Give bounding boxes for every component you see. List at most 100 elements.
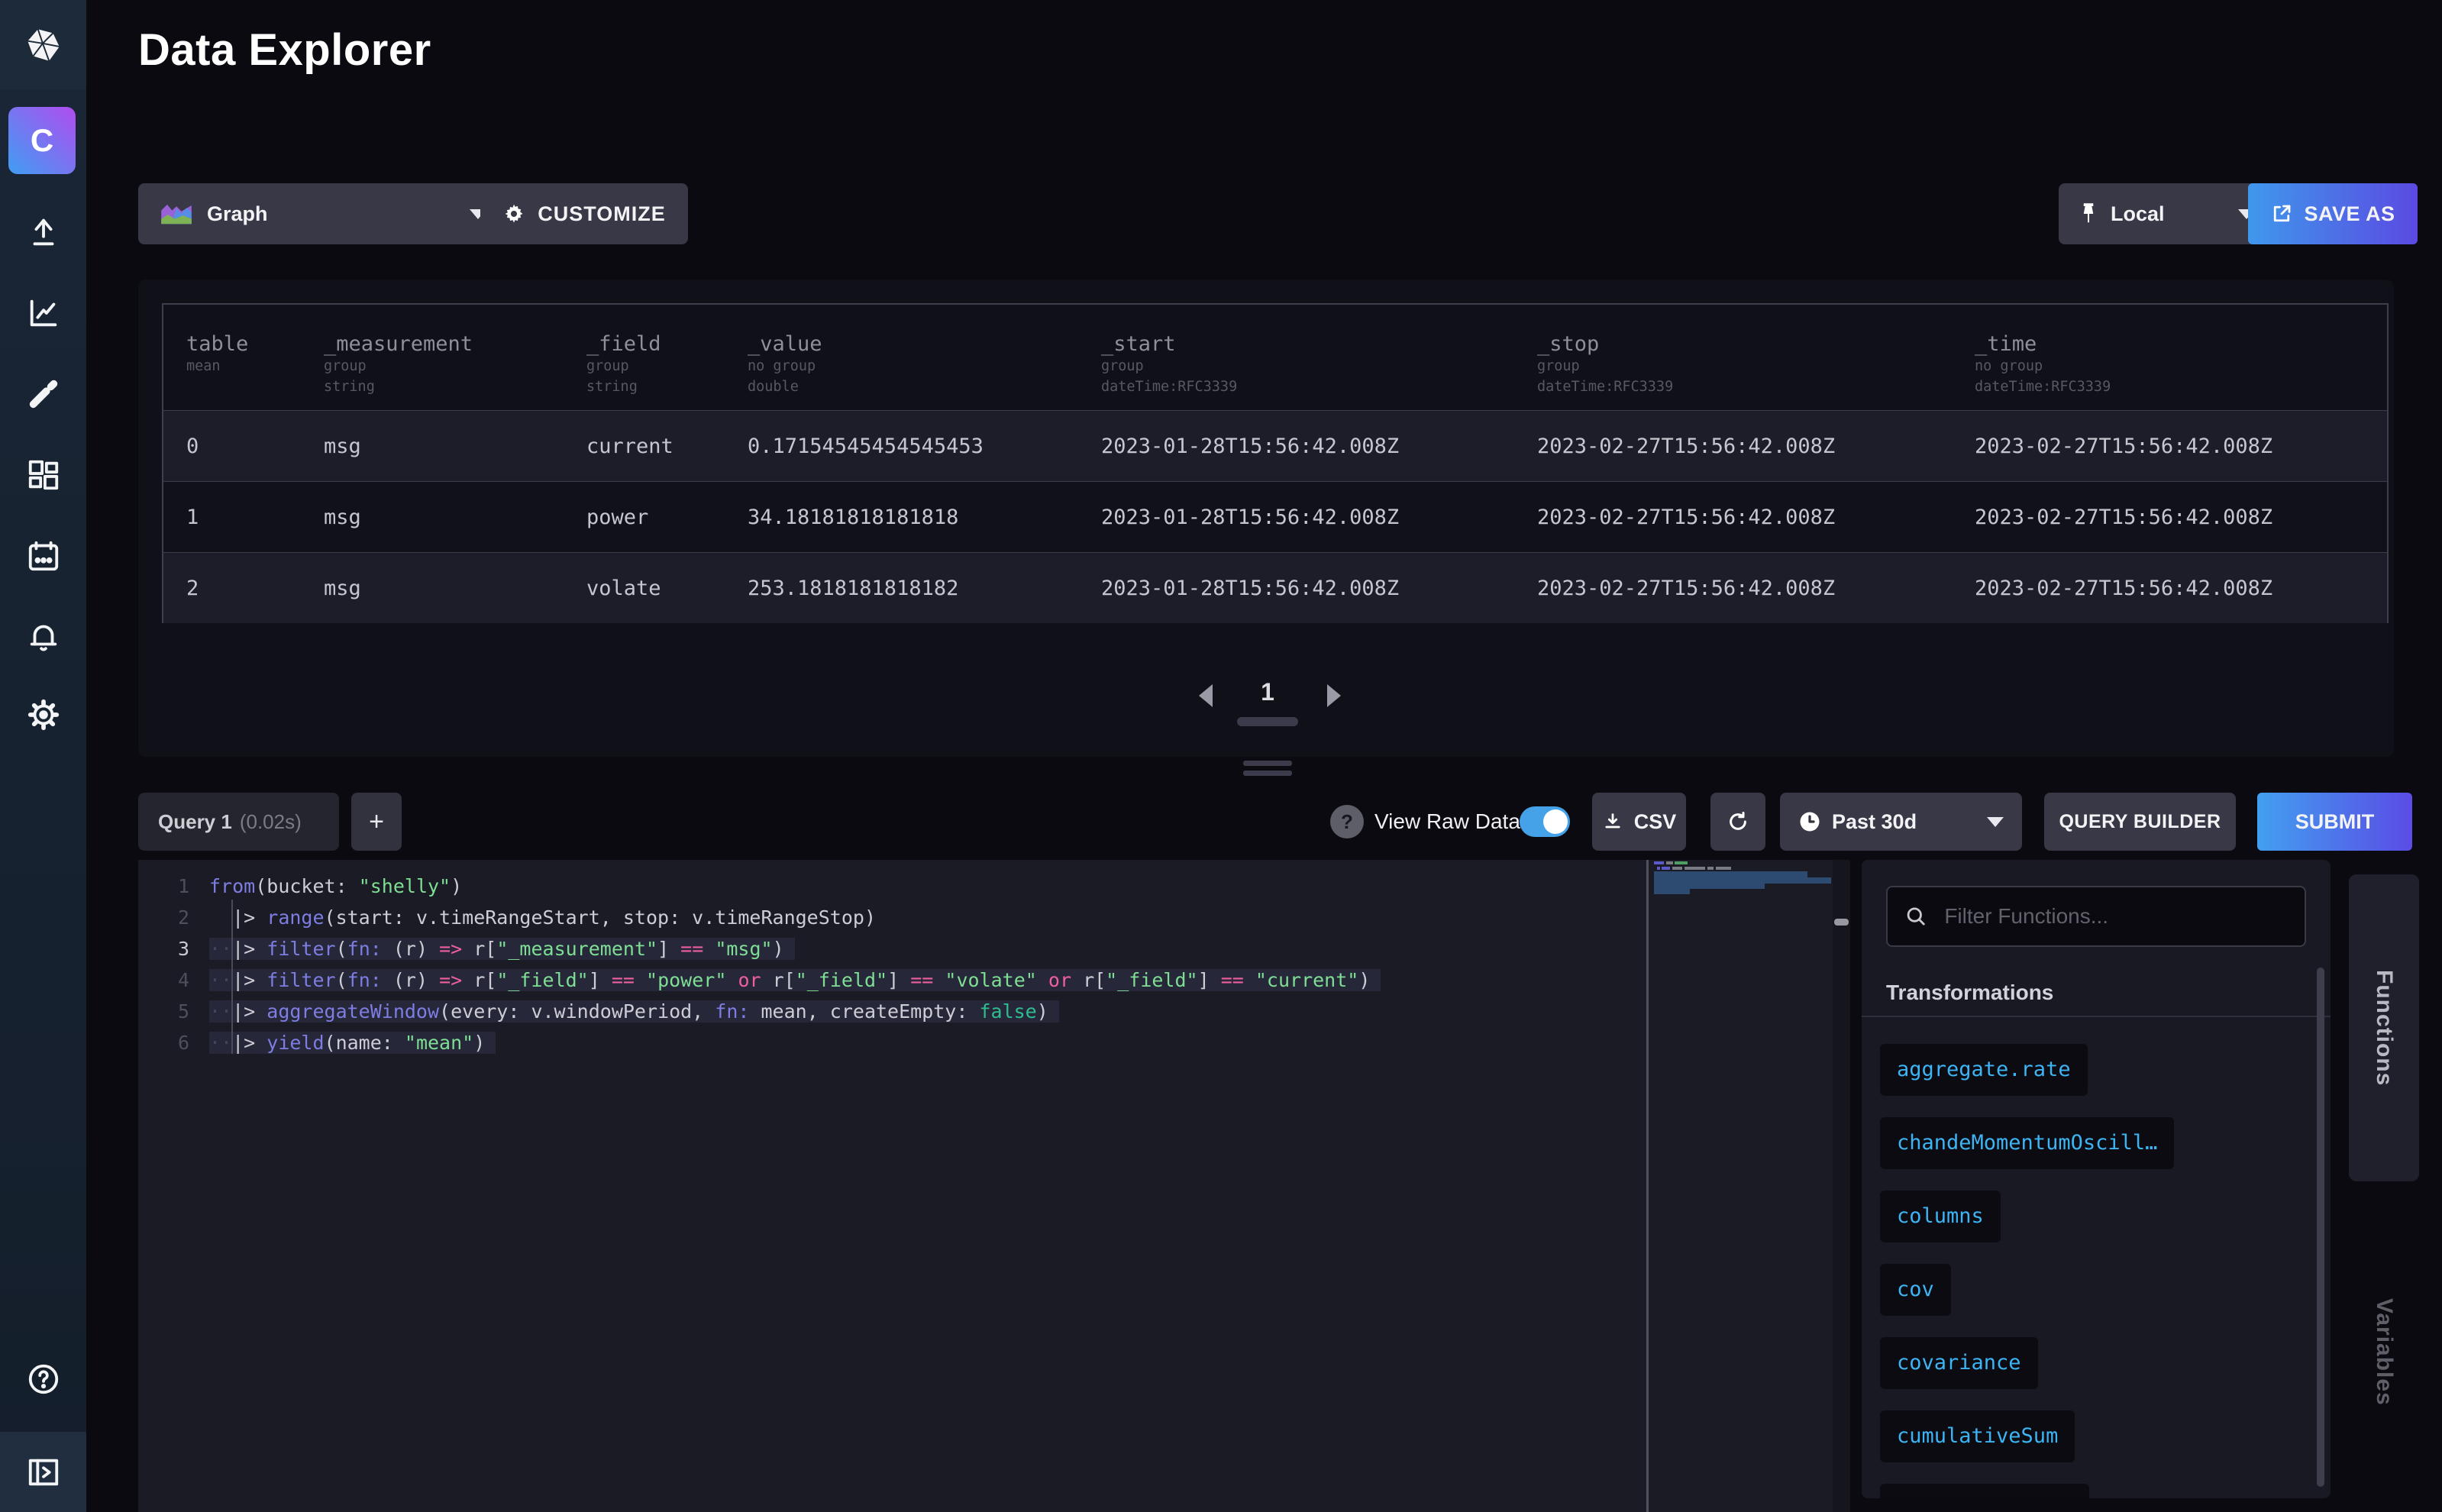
line-number: 4 [138, 969, 189, 991]
filter-functions-searchbox[interactable] [1886, 886, 2306, 947]
editor-scrollbar-handle[interactable] [1834, 919, 1849, 926]
function-item[interactable]: covariance [1880, 1337, 2038, 1389]
code-line-content: ··|> filter(fn: (r) => r["_field"] == "p… [209, 969, 1381, 991]
code-line[interactable]: 3··|> filter(fn: (r) => r["_measurement"… [138, 933, 1646, 964]
column-meta: dateTime:RFC3339 [1537, 376, 1952, 397]
page-title: Data Explorer [138, 24, 431, 76]
code-line[interactable]: 6··|> yield(name: "mean") [138, 1027, 1646, 1058]
submit-button[interactable]: SUBMIT [2257, 793, 2412, 851]
table-cell: 2023-02-27T15:56:42.008Z [1514, 553, 1952, 623]
local-dropdown[interactable]: Local [2059, 183, 2275, 244]
flux-script-editor[interactable]: 1from(bucket: "shelly")2 |> range(start:… [138, 860, 1850, 1512]
column-meta: group [324, 356, 564, 376]
function-item[interactable] [1880, 1484, 2089, 1498]
sidebar-item-notebooks[interactable] [0, 362, 86, 426]
table-cell: 2023-02-27T15:56:42.008Z [1952, 482, 2387, 552]
sidebar-item-alerts[interactable] [0, 603, 86, 667]
table-cell: 2023-01-28T15:56:42.008Z [1078, 411, 1514, 481]
code-token: |> [232, 969, 266, 991]
code-token: r[ [1071, 969, 1106, 991]
line-number: 5 [138, 1000, 189, 1023]
table-cell: current [564, 411, 725, 481]
refresh-button[interactable] [1710, 793, 1765, 851]
plus-icon: + [369, 807, 384, 837]
view-raw-data-toggle[interactable] [1520, 806, 1570, 837]
column-meta: group [586, 356, 725, 376]
code-token: r[ [761, 969, 796, 991]
submit-label: SUBMIT [2295, 810, 2375, 834]
sidebar-item-load-data[interactable] [0, 200, 86, 264]
sidebar-item-data-explorer[interactable] [0, 281, 86, 345]
section-resize-handle[interactable] [1243, 771, 1292, 776]
previous-page-arrow[interactable] [1199, 684, 1213, 707]
csv-download-button[interactable]: CSV [1592, 793, 1686, 851]
code-line[interactable]: 5··|> aggregateWindow(every: v.windowPer… [138, 996, 1646, 1027]
code-token: or [738, 969, 761, 991]
code-token: fn: [347, 938, 382, 960]
code-token: (start: v.timeRangeStart, stop: v.timeRa… [325, 906, 876, 929]
table-cell: 2023-01-28T15:56:42.008Z [1078, 553, 1514, 623]
sidebar-expand-button[interactable] [0, 1432, 86, 1512]
function-item[interactable]: chandeMomentumOscill… [1880, 1117, 2174, 1169]
filter-functions-input[interactable] [1943, 903, 2288, 929]
functions-scrollbar-thumb[interactable] [2317, 968, 2324, 1487]
table-cell: msg [301, 411, 564, 481]
line-number: 2 [138, 906, 189, 929]
column-meta: dateTime:RFC3339 [1101, 376, 1514, 397]
function-item[interactable]: cov [1880, 1264, 1951, 1316]
tab-variables[interactable]: Variables [2349, 1275, 2419, 1428]
column-meta: no group [1975, 356, 2387, 376]
section-resize-handle[interactable] [1243, 761, 1292, 766]
local-label: Local [2111, 202, 2165, 226]
code-token: |> [232, 938, 266, 960]
code-token: (every: v.windowPeriod, [439, 1000, 715, 1023]
chevron-down-icon [1987, 817, 2004, 827]
avatar[interactable]: C [8, 107, 76, 174]
editor-scrollbar-track[interactable] [1833, 860, 1850, 1512]
code-token: == [680, 938, 703, 960]
raw-data-help-icon[interactable]: ? [1330, 805, 1364, 838]
visualization-type-dropdown[interactable]: Graph [138, 183, 508, 244]
add-query-button[interactable]: + [351, 793, 402, 851]
code-token: |> [232, 1032, 266, 1054]
app-logo[interactable] [0, 0, 86, 89]
code-token: (r) [382, 969, 439, 991]
table-row[interactable]: 1msgpower34.181818181818182023-01-28T15:… [163, 481, 2387, 552]
sidebar-item-help[interactable] [0, 1347, 86, 1411]
code-token: from [209, 875, 255, 897]
code-line[interactable]: 2 |> range(start: v.timeRangeStart, stop… [138, 902, 1646, 933]
function-item[interactable]: cumulativeSum [1880, 1410, 2075, 1462]
tab-functions[interactable]: Functions [2349, 874, 2419, 1181]
table-horizontal-scrollbar[interactable] [1237, 717, 1298, 726]
save-as-button[interactable]: SAVE AS [2248, 183, 2418, 244]
sidebar: C [0, 0, 86, 1512]
query-tab[interactable]: Query 1 (0.02s) [138, 793, 339, 851]
column-header: _startgroupdateTime:RFC3339 [1078, 305, 1514, 410]
table-row[interactable]: 2msgvolate253.18181818181822023-01-28T15… [163, 552, 2387, 623]
sidebar-item-dashboards[interactable] [0, 443, 86, 507]
column-name: _value [748, 332, 1078, 356]
table-cell: 2023-02-27T15:56:42.008Z [1514, 482, 1952, 552]
sidebar-item-settings[interactable] [0, 683, 86, 747]
table-cell: 0 [163, 411, 301, 481]
avatar-letter: C [31, 122, 53, 159]
raw-data-table: tablemean_measurementgroupstring_fieldgr… [162, 303, 2389, 623]
sidebar-item-tasks[interactable] [0, 524, 86, 588]
code-token: or [1048, 969, 1071, 991]
code-line[interactable]: 4 ··|> filter(fn: (r) => r["_field"] == "… [138, 964, 1646, 996]
code-line[interactable]: 1from(bucket: "shelly") [138, 871, 1646, 902]
column-meta: string [324, 376, 564, 397]
pencil-icon [26, 376, 61, 412]
next-page-arrow[interactable] [1327, 684, 1341, 707]
table-row[interactable]: 0msgcurrent0.171545454545454532023-01-28… [163, 410, 2387, 481]
refresh-icon [1727, 810, 1749, 833]
bell-icon [26, 618, 61, 653]
time-range-dropdown[interactable]: Past 30d [1780, 793, 2022, 851]
function-item[interactable]: aggregate.rate [1880, 1044, 2088, 1096]
function-item[interactable]: columns [1880, 1191, 2001, 1242]
code-token: mean, createEmpty: [749, 1000, 979, 1023]
customize-button[interactable]: CUSTOMIZE [480, 183, 688, 244]
table-cell: volate [564, 553, 725, 623]
query-builder-button[interactable]: QUERY BUILDER [2044, 793, 2236, 851]
code-token [703, 938, 715, 960]
